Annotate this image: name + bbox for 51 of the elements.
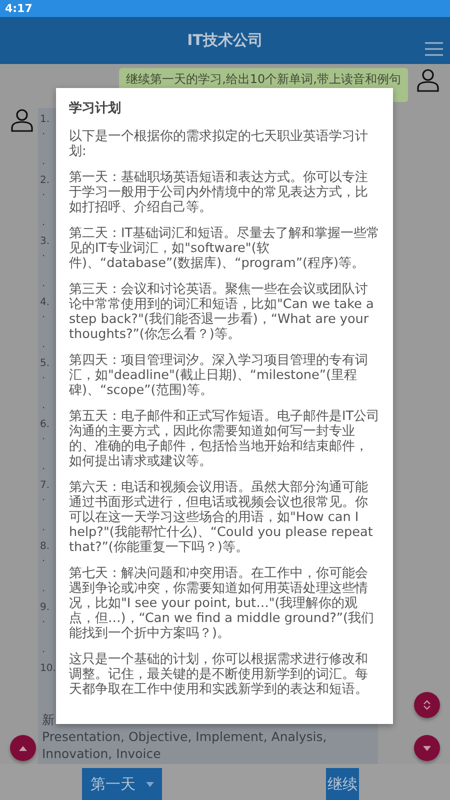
user-avatar-icon — [416, 68, 440, 92]
dialog-paragraph: 第五天：电子邮件和正式写作短语。电子邮件是IT公司沟通的主要方式，因此你需要知道如何写一封专业的、准确的电子邮件，包括恰当地开始和结束邮件，如何提出请求或建议等。 — [69, 409, 380, 469]
list-item-number: 6. — [40, 418, 50, 432]
list-item-number: 2. — [40, 174, 50, 188]
bullet-mark: · — [41, 555, 46, 569]
bullet-mark: · — [41, 585, 46, 599]
bullet-mark: · — [41, 646, 46, 660]
caret-icon — [146, 782, 154, 786]
caret-up-icon — [19, 746, 27, 750]
bullet-mark: · — [41, 402, 46, 416]
dialog-paragraph: 第七天：解决问题和冲突用语。在工作中，你可能会遇到争论或冲突，你需要知道如何用英语处理这些情况，比如"I see your point, but…"(我理解你的观点，但…)，“Can we find a middle ground?”(我们能找到一个折中方案吗？)。 — [69, 566, 376, 641]
bullet-mark: · — [41, 433, 46, 447]
list-item-number: 8. — [40, 540, 50, 554]
dialog-paragraph: 第六天：电话和视频会议用语。虽然大部分沟通可能通过书面形式进行，但电话或视频会议也很常见。你可以在这一天学习这些场合的用语，如"How can I help?"(我能帮忙什么)、“Could you please repeat that?”(你能重复一下吗？)等。 — [69, 480, 374, 555]
dialog-paragraph: 以下是一个根据你的需求拟定的七天职业英语学习计划: — [69, 129, 369, 159]
list-item-number: 3. — [40, 235, 50, 249]
continue-button[interactable]: 继续 — [326, 768, 359, 800]
bullet-mark: · — [41, 311, 46, 325]
message-text: 新 — [42, 711, 55, 728]
status-time: 4:17 — [5, 2, 32, 15]
bullet-mark: · — [41, 128, 46, 142]
bot-avatar-icon — [10, 108, 34, 132]
menu-icon[interactable] — [425, 42, 443, 56]
bullet-mark: · — [41, 250, 46, 264]
dialog-title: 学习计划 — [69, 100, 122, 117]
list-item-number: 4. — [40, 296, 50, 310]
bullet-mark: · — [41, 524, 46, 538]
list-item-number: 5. — [40, 357, 50, 371]
bullet-mark: · — [41, 616, 46, 630]
bullet-mark: · — [41, 189, 46, 203]
up-down-chevrons-icon — [423, 700, 431, 710]
bullet-mark: · — [41, 372, 46, 386]
dialog-paragraph: 第二天：IT基础词汇和短语。尽量去了解和掌握一些常见的IT专业词汇，如"software"(软件)、“database”(数据库)、“program”(程序)等。 — [69, 226, 380, 271]
app-title: IT技术公司 — [187, 31, 263, 50]
list-item-number: 1. — [40, 113, 50, 127]
list-item-number: 10. — [40, 662, 56, 676]
message-text: Presentation, Objective, Implement, Analysis, Innovation, Invoice — [42, 728, 328, 762]
bullet-mark: · — [41, 463, 46, 477]
bullet-mark: · — [41, 341, 46, 355]
bullet-mark: · — [41, 219, 46, 233]
dialog-paragraph: 第三天：会议和讨论英语。聚焦一些在会议或团队讨论中常常使用到的词汇和短语，比如"Can we take a step back?"(我们能否退一步看)，“What are your thoughts?”(你怎么看？)等。 — [69, 282, 375, 342]
bullet-mark: · — [41, 280, 46, 294]
caret-down-icon — [423, 746, 431, 750]
bullet-mark: · — [41, 158, 46, 172]
dialog-paragraph: 第一天：基础职场英语短语和表达方式。你可以专注于学习一般用于公司内外情境中的常见表达方式，比如打招呼、介绍自己等。 — [69, 170, 369, 215]
day-dropdown[interactable]: 第一天 — [82, 768, 162, 800]
list-item-number: 7. — [40, 479, 50, 493]
dialog-paragraph: 这只是一个基础的计划，你可以根据需求进行修改和调整。记住，最关键的是不断使用新学到的词汇。每天都争取在工作中使用和实践新学到的表达和短语。 — [69, 652, 369, 697]
bullet-mark: · — [41, 494, 46, 508]
dialog-paragraph: 第四天：项目管理词汐。深入学习项目管理的专有词汇，如"deadline"(截止日期)、“milestone”(里程碑)、“scope”(范围)等。 — [69, 353, 369, 398]
list-item-number: 9. — [40, 601, 50, 615]
